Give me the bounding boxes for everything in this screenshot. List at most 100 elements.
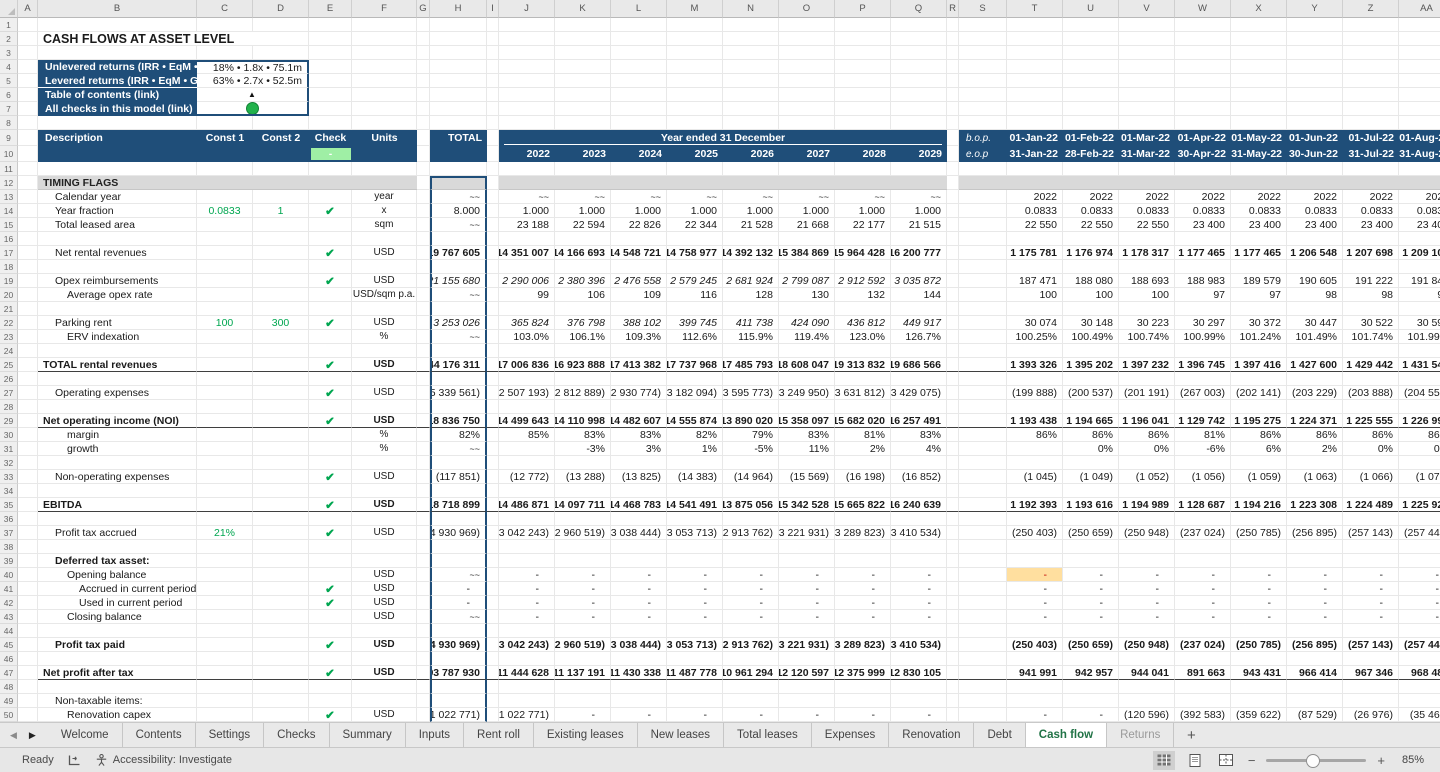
cell-P13[interactable]: ~~ xyxy=(835,190,891,204)
row-header-7[interactable]: 7 xyxy=(0,102,18,116)
cell-Q36[interactable] xyxy=(891,512,947,526)
cell-U8[interactable] xyxy=(1063,116,1119,130)
cell-S41[interactable] xyxy=(959,582,1007,596)
cell-I47[interactable] xyxy=(487,666,499,680)
cell-Z17[interactable]: 1 207 698 xyxy=(1343,246,1399,260)
cell-H45[interactable]: (24 930 969) xyxy=(430,638,487,652)
cell-K38[interactable] xyxy=(555,540,611,554)
cell-AA23[interactable]: 101.99% xyxy=(1399,330,1440,344)
cell-N17[interactable]: 14 392 132 xyxy=(723,246,779,260)
cell-J32[interactable] xyxy=(499,456,555,470)
cell-AA45[interactable]: (257 447) xyxy=(1399,638,1440,652)
cell-A44[interactable] xyxy=(18,624,38,638)
cell-K47[interactable]: 11 137 191 xyxy=(555,666,611,680)
cell-D1[interactable] xyxy=(253,18,309,32)
cell-Z48[interactable] xyxy=(1343,680,1399,694)
cell-X24[interactable] xyxy=(1231,344,1287,358)
cell-M17[interactable]: 14 758 977 xyxy=(667,246,723,260)
cell-A48[interactable] xyxy=(18,680,38,694)
column-header-H[interactable]: H xyxy=(430,0,487,18)
cell-S6[interactable] xyxy=(959,88,1007,102)
cell-Z33[interactable]: (1 066) xyxy=(1343,470,1399,484)
cell-Q17[interactable]: 16 200 777 xyxy=(891,246,947,260)
cell-AA40[interactable]: - xyxy=(1399,568,1440,582)
row-header-34[interactable]: 34 xyxy=(0,484,18,498)
normal-view-button[interactable] xyxy=(1153,751,1175,770)
cell-J42[interactable]: - xyxy=(499,596,555,610)
cell-C29[interactable] xyxy=(197,414,253,428)
cell-Z21[interactable] xyxy=(1343,302,1399,316)
cell-G16[interactable] xyxy=(417,232,430,246)
cell-J11[interactable] xyxy=(499,162,555,176)
cell-P48[interactable] xyxy=(835,680,891,694)
cell-I50[interactable] xyxy=(487,708,499,722)
cell-M38[interactable] xyxy=(667,540,723,554)
cell-Z32[interactable] xyxy=(1343,456,1399,470)
cell-AA3[interactable] xyxy=(1399,46,1440,60)
cell-J46[interactable] xyxy=(499,652,555,666)
cell-U32[interactable] xyxy=(1063,456,1119,470)
cell-O47[interactable]: 12 120 597 xyxy=(779,666,835,680)
cell-E1[interactable] xyxy=(309,18,352,32)
cell-K8[interactable] xyxy=(555,116,611,130)
cell-E21[interactable] xyxy=(309,302,352,316)
cell-H35[interactable]: 118 718 899 xyxy=(430,498,487,512)
cell-W19[interactable]: 188 983 xyxy=(1175,274,1231,288)
cell-I12[interactable] xyxy=(487,176,499,190)
cell-G6[interactable] xyxy=(417,88,430,102)
info-value-4[interactable] xyxy=(197,102,309,116)
cell-L3[interactable] xyxy=(611,46,667,60)
cell-G38[interactable] xyxy=(417,540,430,554)
cell-N14[interactable]: 1.000 xyxy=(723,204,779,218)
cell-A43[interactable] xyxy=(18,610,38,624)
cell-O35[interactable]: 15 342 528 xyxy=(779,498,835,512)
cell-X5[interactable] xyxy=(1231,74,1287,88)
cell-V31[interactable]: 0% xyxy=(1119,442,1175,456)
cell-N2[interactable] xyxy=(723,32,779,46)
select-all-corner[interactable] xyxy=(0,0,18,18)
cell-P37[interactable]: (3 289 823) xyxy=(835,526,891,540)
cell-R40[interactable] xyxy=(947,568,959,582)
cell-D25[interactable] xyxy=(253,358,309,372)
cell-A22[interactable] xyxy=(18,316,38,330)
cell-P22[interactable]: 436 812 xyxy=(835,316,891,330)
cell-Q38[interactable] xyxy=(891,540,947,554)
cell-D32[interactable] xyxy=(253,456,309,470)
cell-Q23[interactable]: 126.7% xyxy=(891,330,947,344)
cell-O33[interactable]: (15 569) xyxy=(779,470,835,484)
cell-N16[interactable] xyxy=(723,232,779,246)
cell-T44[interactable] xyxy=(1007,624,1063,638)
cell-G26[interactable] xyxy=(417,372,430,386)
cell-V24[interactable] xyxy=(1119,344,1175,358)
cell-O40[interactable]: - xyxy=(779,568,835,582)
cell-J3[interactable] xyxy=(499,46,555,60)
cell-M42[interactable]: - xyxy=(667,596,723,610)
cell-O27[interactable]: (3 249 950) xyxy=(779,386,835,400)
cell-W6[interactable] xyxy=(1175,88,1231,102)
cell-Z42[interactable]: - xyxy=(1343,596,1399,610)
cell-I23[interactable] xyxy=(487,330,499,344)
cell-W13[interactable]: 2022 xyxy=(1175,190,1231,204)
cell-V21[interactable] xyxy=(1119,302,1175,316)
cell-R33[interactable] xyxy=(947,470,959,484)
cell-K15[interactable]: 22 594 xyxy=(555,218,611,232)
cell-G49[interactable] xyxy=(417,694,430,708)
cell-D17[interactable] xyxy=(253,246,309,260)
cell-V18[interactable] xyxy=(1119,260,1175,274)
cell-T1[interactable] xyxy=(1007,18,1063,32)
row-header-27[interactable]: 27 xyxy=(0,386,18,400)
cell-G14[interactable] xyxy=(417,204,430,218)
cell-C20[interactable] xyxy=(197,288,253,302)
cell-W36[interactable] xyxy=(1175,512,1231,526)
cell-T35[interactable]: 1 192 393 xyxy=(1007,498,1063,512)
cell-B3[interactable] xyxy=(38,46,197,60)
cell-W33[interactable]: (1 056) xyxy=(1175,470,1231,484)
cell-P14[interactable]: 1.000 xyxy=(835,204,891,218)
row-header-32[interactable]: 32 xyxy=(0,456,18,470)
cell-O50[interactable]: - xyxy=(779,708,835,722)
cell-I10[interactable] xyxy=(487,146,499,162)
cell-R29[interactable] xyxy=(947,414,959,428)
tab-renovation[interactable]: Renovation xyxy=(889,723,974,747)
cell-Y19[interactable]: 190 605 xyxy=(1287,274,1343,288)
cell-K39[interactable] xyxy=(555,554,611,568)
